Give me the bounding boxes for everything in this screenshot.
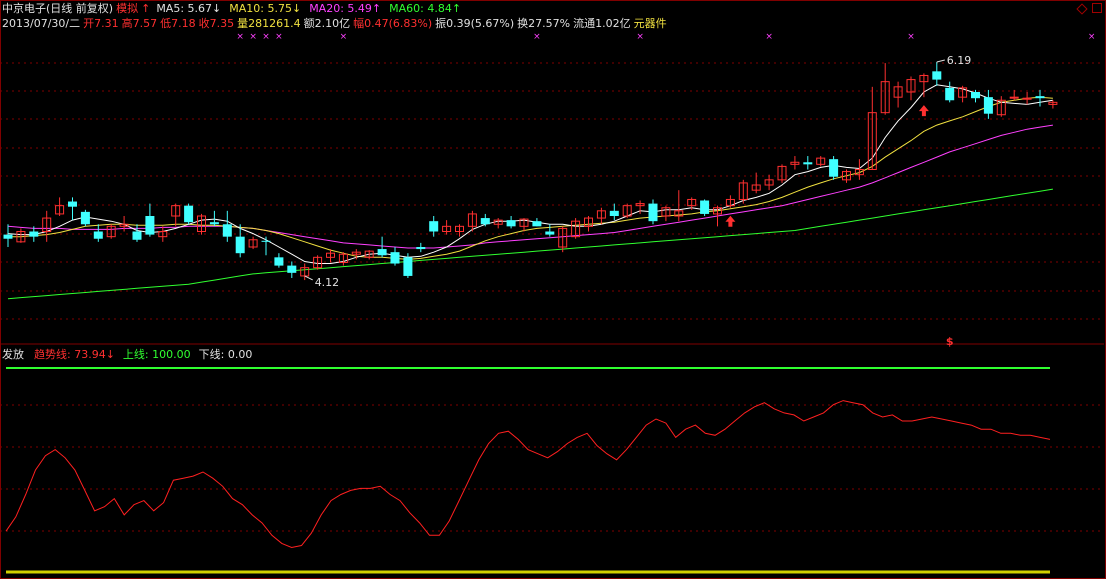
candle-body (545, 231, 555, 235)
signal-mark: × (765, 32, 773, 42)
candle-body (932, 71, 942, 80)
candle-body (609, 210, 619, 216)
signal-mark: × (533, 32, 541, 42)
candle-body (184, 205, 194, 223)
signal-mark: × (262, 32, 270, 42)
candle-body (390, 252, 400, 264)
buy-arrow-icon (918, 105, 929, 117)
dollar-marker: $ (946, 335, 954, 348)
candle-body (274, 257, 284, 266)
low-price-label: 4.12 (315, 276, 340, 289)
candle-body (829, 159, 839, 177)
candle-body (80, 211, 90, 225)
signal-mark: × (340, 32, 348, 42)
candle-body (532, 221, 542, 227)
candle-body (235, 236, 245, 254)
trend-line (5, 400, 1051, 549)
candle-body (132, 231, 142, 240)
candle-body (803, 162, 813, 165)
signal-mark: × (636, 32, 644, 42)
candle-body (68, 201, 77, 207)
candle-body (3, 234, 13, 239)
candle-body (416, 247, 426, 250)
high-label-leader (936, 59, 945, 63)
candle-body (222, 224, 232, 237)
candle-body (29, 231, 39, 237)
buy-arrow-icon (725, 215, 736, 227)
high-price-label: 6.19 (947, 54, 972, 67)
candle-body (93, 231, 103, 239)
signal-mark: × (275, 32, 283, 42)
candle-body (261, 240, 271, 242)
candle-body (429, 221, 439, 232)
signal-mark: × (1088, 32, 1096, 42)
candle-body (209, 222, 219, 225)
candle-body (480, 218, 490, 225)
candle-body (145, 216, 155, 235)
candle-body (971, 92, 980, 99)
ma60-line (7, 188, 1053, 300)
candle-body (287, 265, 297, 273)
low-label-leader (304, 275, 313, 281)
candle-body (403, 257, 413, 276)
candle-body (506, 220, 516, 227)
ma10-line (8, 96, 1053, 260)
candle-body (1035, 96, 1045, 99)
candle-body (983, 97, 993, 114)
candle-body (377, 249, 387, 256)
signal-mark: × (907, 32, 915, 42)
signal-mark: × (236, 32, 244, 42)
price-chart[interactable]: × × × × × × × × × × 6.19 4.12 $ (0, 0, 1106, 579)
candle-body (945, 87, 955, 101)
candle-body (648, 203, 658, 222)
candle-body (700, 200, 710, 214)
signal-mark: × (249, 32, 257, 42)
